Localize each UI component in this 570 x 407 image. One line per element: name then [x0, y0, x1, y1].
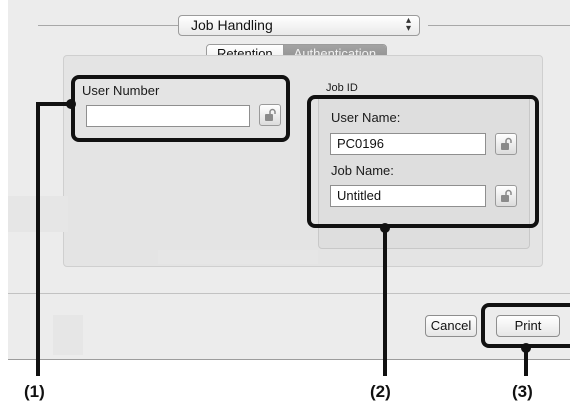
callout-label-1: (1): [24, 382, 45, 401]
job-handling-popup[interactable]: Job Handling ▴ ▾: [178, 15, 420, 36]
highlight-user-number: [71, 75, 290, 142]
separator-line: [38, 25, 186, 26]
callout-line-3: [524, 348, 528, 376]
highlight-print: [481, 303, 570, 348]
separator-line: [428, 25, 570, 26]
callout-line-1: [38, 102, 71, 106]
callout-line-2: [383, 228, 387, 376]
job-id-label: Job ID: [326, 82, 358, 94]
job-handling-label: Job Handling: [191, 17, 273, 33]
popup-arrows-icon: ▴ ▾: [405, 15, 411, 34]
callout-label-3: (3): [512, 382, 533, 401]
highlight-job-id: [307, 95, 539, 228]
dialog-bottom-edge: [8, 359, 570, 360]
footer-separator: [8, 293, 570, 294]
background-shadow: [158, 250, 318, 264]
background-shadow: [53, 315, 83, 355]
callout-label-2: (2): [370, 382, 391, 401]
callout-line-1: [36, 102, 40, 376]
cancel-button[interactable]: Cancel: [425, 315, 477, 337]
